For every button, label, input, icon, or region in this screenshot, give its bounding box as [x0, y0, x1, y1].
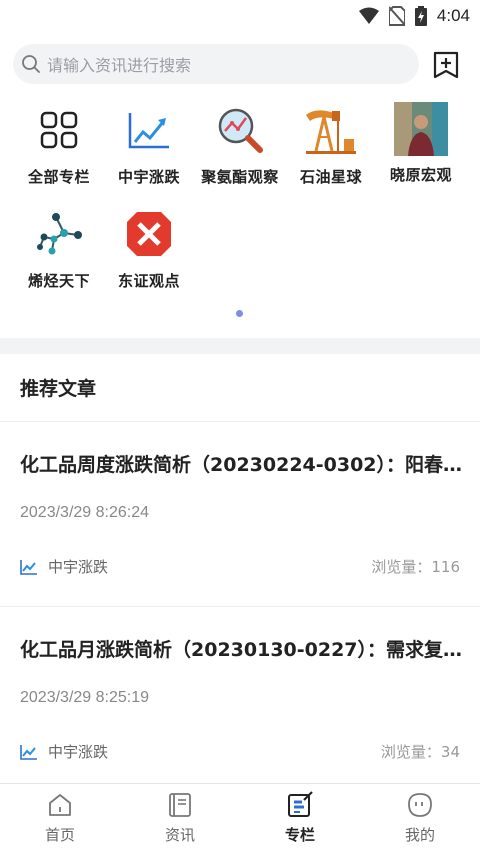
page-indicator-dot	[236, 310, 243, 317]
article-title: 化工品月涨跌简析（20230130-0227）：需求复苏不及预期	[20, 639, 465, 661]
tab-news[interactable]: 资讯	[120, 784, 240, 853]
section-divider	[0, 338, 480, 354]
trend-chart-icon	[20, 559, 37, 575]
category-label: 石油星球	[299, 168, 362, 186]
category-olefin[interactable]: 烯烃天下	[11, 206, 107, 291]
article-time: 2023/3/29 8:26:24	[20, 504, 150, 521]
trend-chart-icon	[121, 102, 177, 158]
tab-columns[interactable]: 专栏	[240, 784, 360, 853]
tab-profile[interactable]: 我的	[360, 784, 480, 853]
category-polyurethane[interactable]: 聚氨酯观察	[192, 102, 288, 187]
oil-pump-icon	[303, 102, 359, 158]
category-xiaoyuan-macro[interactable]: 晓原宏观	[373, 102, 469, 185]
bottom-tab-bar: 首页 资讯 专栏 我的	[0, 783, 480, 853]
wifi-icon	[358, 7, 379, 24]
clock: 4:04	[436, 6, 470, 25]
grid-icon	[31, 102, 87, 158]
category-all-columns[interactable]: 全部专栏	[11, 102, 107, 187]
column-edit-icon	[288, 791, 313, 817]
tab-label: 资讯	[164, 826, 195, 844]
category-oil-planet[interactable]: 石油星球	[283, 102, 379, 187]
search-row: 请输入资讯进行搜索	[13, 44, 467, 86]
source-label: 中宇涨跌	[48, 743, 109, 761]
category-label: 烯烃天下	[27, 272, 90, 290]
tab-label: 专栏	[284, 826, 315, 844]
article-source: 中宇涨跌	[20, 556, 108, 577]
bookmark-add-icon[interactable]	[431, 50, 461, 80]
category-label: 中宇涨跌	[117, 168, 180, 186]
category-label: 全部专栏	[27, 168, 90, 186]
article-title: 化工品周度涨跌简析（20230224-0302）：阳春三月，化工品价格回暖	[20, 454, 465, 476]
book-icon	[169, 793, 191, 817]
battery-charging-icon	[414, 6, 427, 26]
article-source: 中宇涨跌	[20, 741, 108, 762]
view-count: 浏览量：34	[380, 743, 460, 761]
speaker-photo	[394, 102, 448, 156]
no-sim-icon	[388, 6, 405, 26]
category-label: 聚氨酯观察	[201, 168, 279, 186]
tab-label: 我的	[404, 826, 435, 844]
category-dongzheng[interactable]: 东证观点	[101, 206, 197, 291]
search-icon	[22, 55, 40, 73]
status-bar: 4:04	[0, 0, 480, 34]
article-time: 2023/3/29 8:25:19	[20, 689, 150, 706]
view-count: 浏览量：116	[371, 558, 460, 576]
source-label: 中宇涨跌	[48, 558, 109, 576]
magnifier-chart-icon	[212, 102, 268, 158]
search-input[interactable]: 请输入资讯进行搜索	[13, 44, 419, 84]
dongzheng-logo	[121, 206, 177, 262]
category-label: 东证观点	[117, 272, 180, 290]
article-card[interactable]: 化工品月涨跌简析（20230130-0227）：需求复苏不及预期 2023/3/…	[0, 607, 480, 792]
molecule-icon	[31, 206, 87, 262]
trend-chart-icon	[20, 744, 37, 760]
article-card[interactable]: 化工品周度涨跌简析（20230224-0302）：阳春三月，化工品价格回暖 20…	[0, 422, 480, 607]
home-icon	[49, 794, 71, 816]
category-zhongyu[interactable]: 中宇涨跌	[101, 102, 197, 187]
search-placeholder: 请输入资讯进行搜索	[47, 56, 192, 75]
section-title: 推荐文章	[20, 378, 97, 400]
category-label: 晓原宏观	[389, 166, 452, 184]
tab-home[interactable]: 首页	[0, 784, 120, 853]
tab-label: 首页	[44, 826, 75, 844]
profile-icon	[408, 793, 432, 817]
